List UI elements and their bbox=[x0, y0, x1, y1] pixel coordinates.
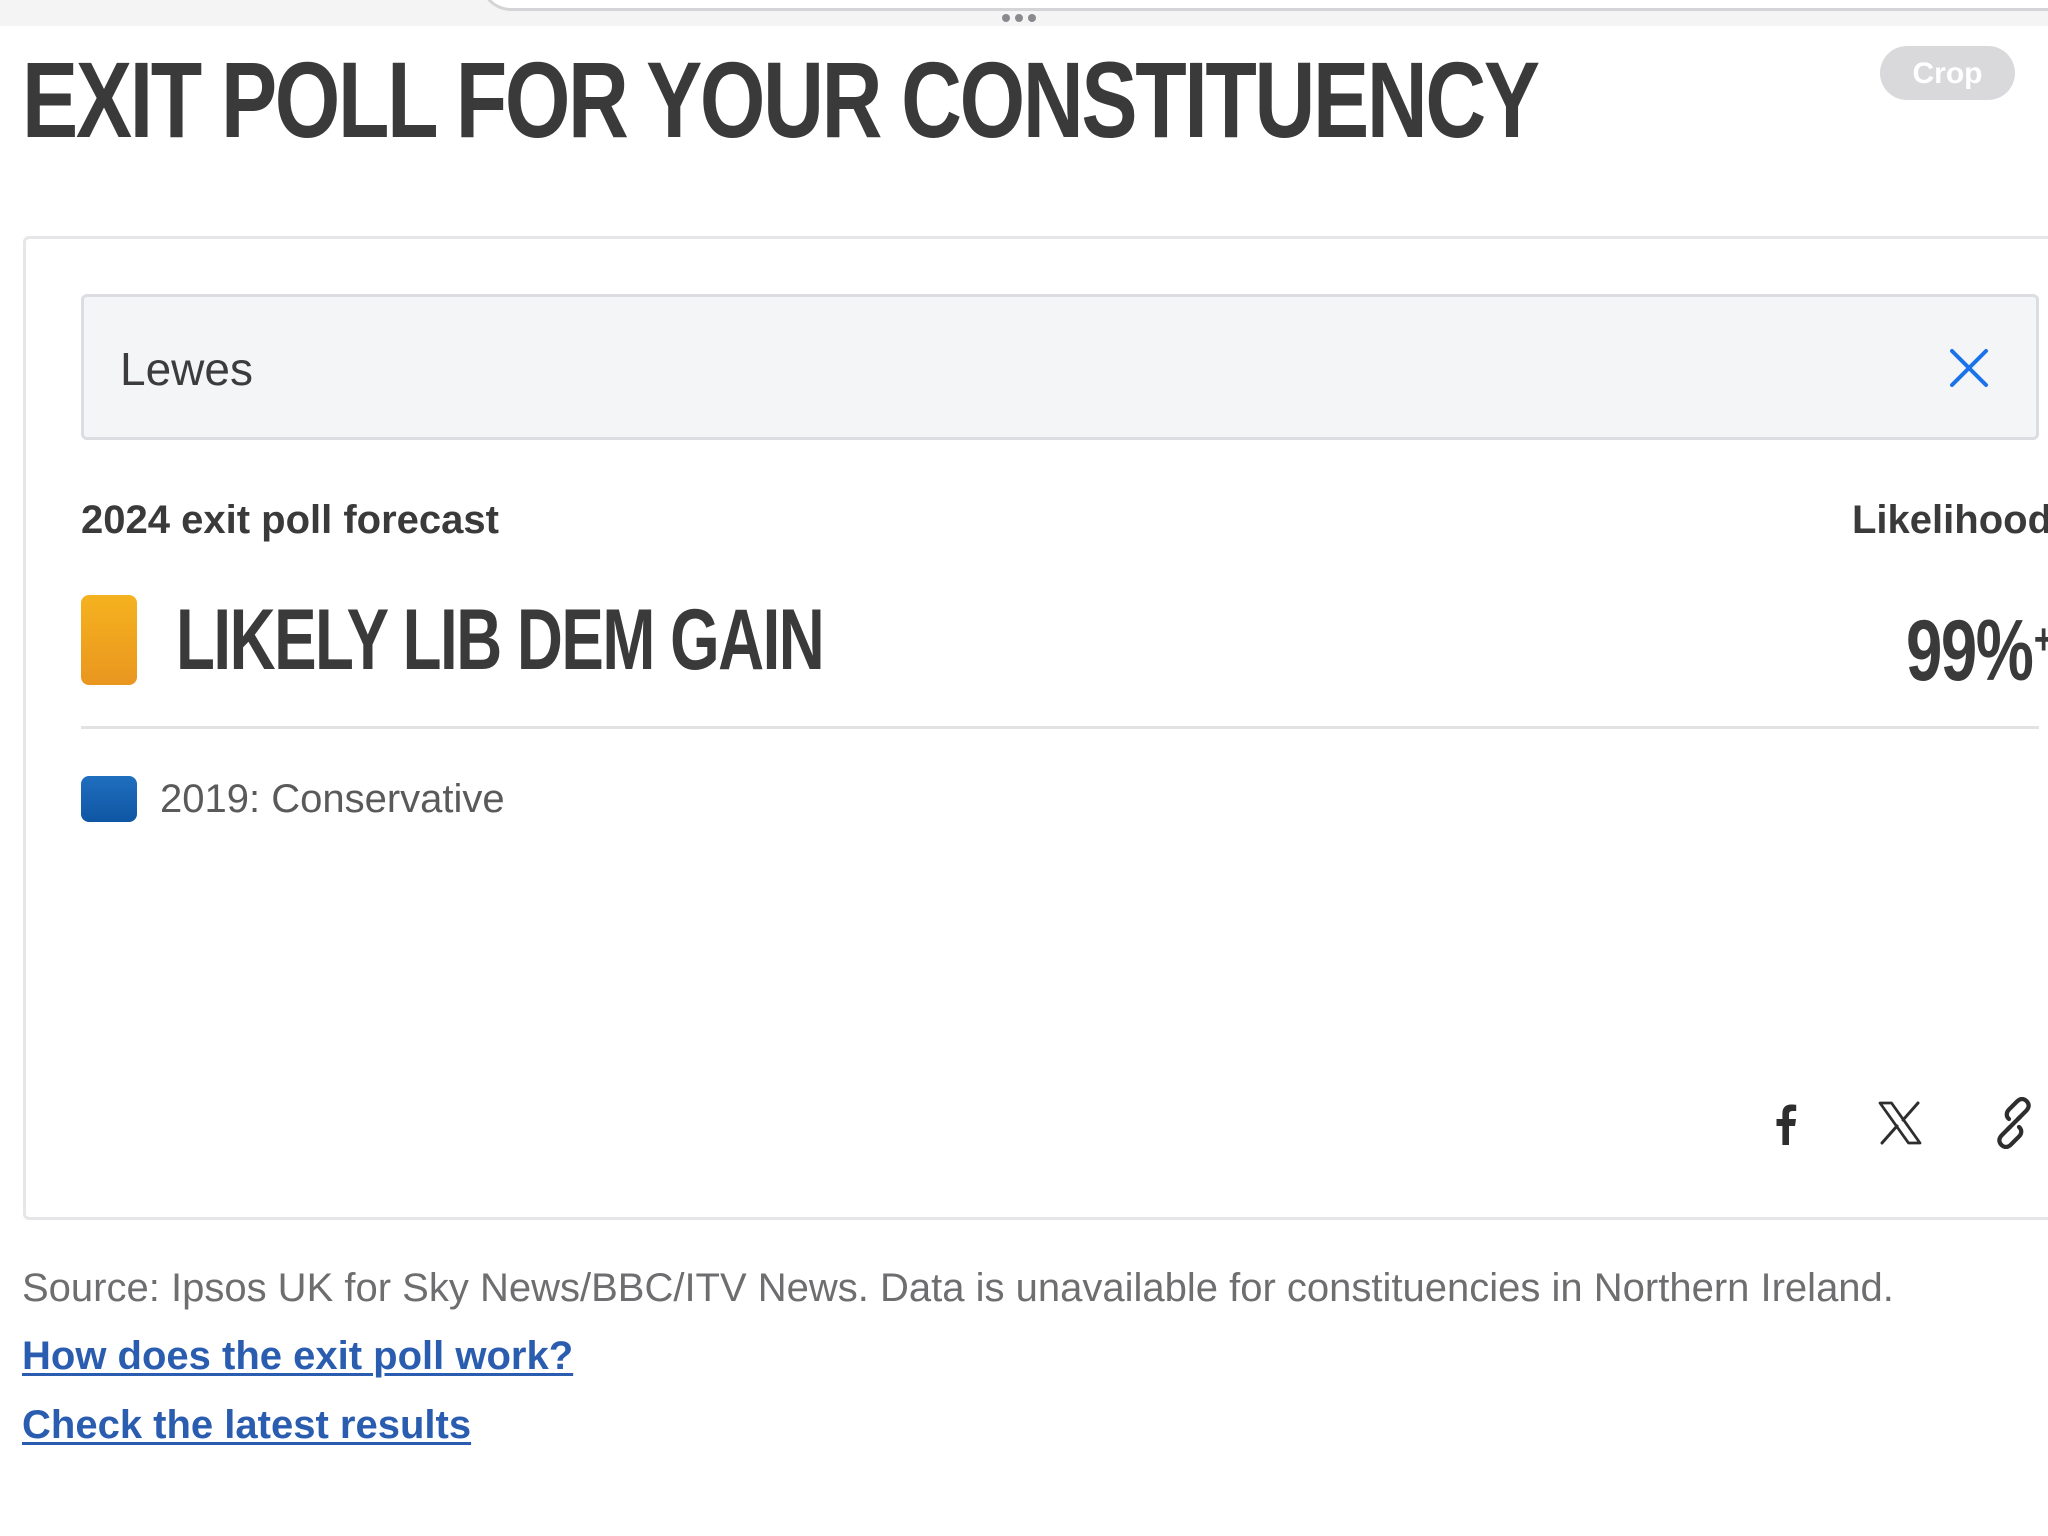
latest-results-link[interactable]: Check the latest results bbox=[22, 1399, 471, 1451]
forecast-label: 2024 exit poll forecast bbox=[81, 498, 499, 542]
conservative-color-swatch bbox=[81, 776, 137, 822]
likelihood-value: 99%+ bbox=[1906, 585, 2048, 706]
sheet-edge bbox=[480, 0, 2048, 11]
crop-button[interactable]: Crop bbox=[1880, 46, 2015, 100]
search-input-value[interactable]: Lewes bbox=[120, 341, 253, 397]
how-exit-poll-works-link[interactable]: How does the exit poll work? bbox=[22, 1330, 573, 1382]
divider bbox=[81, 726, 2039, 729]
previous-result: 2019: Conservative bbox=[160, 777, 505, 821]
page-title: EXIT POLL FOR YOUR CONSTITUENCY bbox=[22, 39, 1540, 160]
exit-poll-page: EXIT POLL FOR YOUR CONSTITUENCY Crop Lew… bbox=[0, 0, 2048, 1536]
exit-poll-card: Lewes 2024 exit poll forecast Likelihood… bbox=[23, 236, 2048, 1220]
facebook-icon[interactable] bbox=[1760, 1097, 1812, 1149]
browser-top-strip bbox=[0, 0, 2048, 26]
more-options-icon[interactable] bbox=[1002, 14, 1036, 22]
source-note: Source: Ipsos UK for Sky News/BBC/ITV Ne… bbox=[22, 1266, 1894, 1310]
close-icon[interactable] bbox=[1944, 343, 1994, 393]
constituency-search-input[interactable]: Lewes bbox=[81, 294, 2039, 440]
likelihood-suffix: + bbox=[2034, 615, 2048, 664]
likelihood-label: Likelihood bbox=[1852, 498, 2048, 542]
share-buttons bbox=[1760, 1097, 2040, 1149]
link-icon[interactable] bbox=[1988, 1097, 2040, 1149]
likelihood-number: 99% bbox=[1906, 603, 2034, 699]
forecast-result: LIKELY LIB DEM GAIN bbox=[176, 592, 825, 688]
x-icon[interactable] bbox=[1874, 1097, 1926, 1149]
lib-dem-color-swatch bbox=[81, 595, 137, 685]
